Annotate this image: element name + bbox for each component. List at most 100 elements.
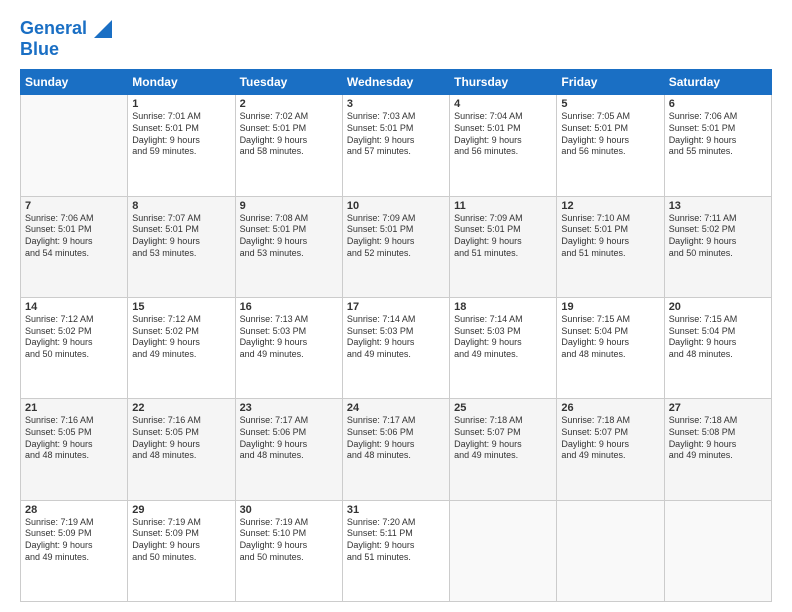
calendar-cell: 7Sunrise: 7:06 AM Sunset: 5:01 PM Daylig… [21, 196, 128, 297]
calendar-cell: 5Sunrise: 7:05 AM Sunset: 5:01 PM Daylig… [557, 95, 664, 196]
day-number: 15 [132, 301, 230, 313]
day-number: 10 [347, 200, 445, 212]
day-number: 3 [347, 98, 445, 110]
day-info: Sunrise: 7:19 AM Sunset: 5:09 PM Dayligh… [132, 517, 230, 564]
day-number: 29 [132, 504, 230, 516]
day-info: Sunrise: 7:18 AM Sunset: 5:07 PM Dayligh… [561, 415, 659, 462]
calendar-week-2: 7Sunrise: 7:06 AM Sunset: 5:01 PM Daylig… [21, 196, 772, 297]
day-info: Sunrise: 7:16 AM Sunset: 5:05 PM Dayligh… [25, 415, 123, 462]
day-number: 31 [347, 504, 445, 516]
calendar-cell: 20Sunrise: 7:15 AM Sunset: 5:04 PM Dayli… [664, 298, 771, 399]
calendar-cell: 25Sunrise: 7:18 AM Sunset: 5:07 PM Dayli… [450, 399, 557, 500]
weekday-header-tuesday: Tuesday [235, 70, 342, 95]
day-info: Sunrise: 7:17 AM Sunset: 5:06 PM Dayligh… [240, 415, 338, 462]
day-number: 25 [454, 402, 552, 414]
weekday-header-thursday: Thursday [450, 70, 557, 95]
day-number: 18 [454, 301, 552, 313]
calendar-cell: 11Sunrise: 7:09 AM Sunset: 5:01 PM Dayli… [450, 196, 557, 297]
calendar-cell: 18Sunrise: 7:14 AM Sunset: 5:03 PM Dayli… [450, 298, 557, 399]
weekday-header-friday: Friday [557, 70, 664, 95]
calendar-cell: 15Sunrise: 7:12 AM Sunset: 5:02 PM Dayli… [128, 298, 235, 399]
day-number: 30 [240, 504, 338, 516]
day-info: Sunrise: 7:18 AM Sunset: 5:08 PM Dayligh… [669, 415, 767, 462]
day-info: Sunrise: 7:16 AM Sunset: 5:05 PM Dayligh… [132, 415, 230, 462]
day-number: 12 [561, 200, 659, 212]
day-info: Sunrise: 7:20 AM Sunset: 5:11 PM Dayligh… [347, 517, 445, 564]
calendar-header-row: SundayMondayTuesdayWednesdayThursdayFrid… [21, 70, 772, 95]
calendar-cell: 17Sunrise: 7:14 AM Sunset: 5:03 PM Dayli… [342, 298, 449, 399]
weekday-header-sunday: Sunday [21, 70, 128, 95]
logo-general: General [20, 18, 87, 38]
calendar-cell: 27Sunrise: 7:18 AM Sunset: 5:08 PM Dayli… [664, 399, 771, 500]
day-number: 22 [132, 402, 230, 414]
calendar-cell: 6Sunrise: 7:06 AM Sunset: 5:01 PM Daylig… [664, 95, 771, 196]
day-number: 27 [669, 402, 767, 414]
day-number: 6 [669, 98, 767, 110]
day-info: Sunrise: 7:04 AM Sunset: 5:01 PM Dayligh… [454, 111, 552, 158]
day-number: 14 [25, 301, 123, 313]
calendar-cell: 8Sunrise: 7:07 AM Sunset: 5:01 PM Daylig… [128, 196, 235, 297]
day-info: Sunrise: 7:13 AM Sunset: 5:03 PM Dayligh… [240, 314, 338, 361]
calendar-cell [557, 500, 664, 601]
day-number: 11 [454, 200, 552, 212]
calendar-cell: 22Sunrise: 7:16 AM Sunset: 5:05 PM Dayli… [128, 399, 235, 500]
logo-icon [94, 20, 112, 38]
day-number: 26 [561, 402, 659, 414]
calendar-cell: 2Sunrise: 7:02 AM Sunset: 5:01 PM Daylig… [235, 95, 342, 196]
calendar-cell [664, 500, 771, 601]
day-number: 19 [561, 301, 659, 313]
page: General Blue SundayMondayTuesdayWednesda… [0, 0, 792, 612]
day-info: Sunrise: 7:15 AM Sunset: 5:04 PM Dayligh… [669, 314, 767, 361]
calendar-cell: 13Sunrise: 7:11 AM Sunset: 5:02 PM Dayli… [664, 196, 771, 297]
day-info: Sunrise: 7:14 AM Sunset: 5:03 PM Dayligh… [454, 314, 552, 361]
day-info: Sunrise: 7:19 AM Sunset: 5:09 PM Dayligh… [25, 517, 123, 564]
calendar-table: SundayMondayTuesdayWednesdayThursdayFrid… [20, 69, 772, 602]
day-number: 4 [454, 98, 552, 110]
day-info: Sunrise: 7:03 AM Sunset: 5:01 PM Dayligh… [347, 111, 445, 158]
day-number: 17 [347, 301, 445, 313]
day-info: Sunrise: 7:06 AM Sunset: 5:01 PM Dayligh… [669, 111, 767, 158]
logo-blue: Blue [20, 39, 112, 60]
day-number: 20 [669, 301, 767, 313]
weekday-header-saturday: Saturday [664, 70, 771, 95]
calendar-cell: 26Sunrise: 7:18 AM Sunset: 5:07 PM Dayli… [557, 399, 664, 500]
day-number: 2 [240, 98, 338, 110]
calendar-cell: 28Sunrise: 7:19 AM Sunset: 5:09 PM Dayli… [21, 500, 128, 601]
weekday-header-monday: Monday [128, 70, 235, 95]
calendar-cell: 23Sunrise: 7:17 AM Sunset: 5:06 PM Dayli… [235, 399, 342, 500]
day-info: Sunrise: 7:05 AM Sunset: 5:01 PM Dayligh… [561, 111, 659, 158]
day-info: Sunrise: 7:11 AM Sunset: 5:02 PM Dayligh… [669, 213, 767, 260]
calendar-cell: 31Sunrise: 7:20 AM Sunset: 5:11 PM Dayli… [342, 500, 449, 601]
calendar-week-1: 1Sunrise: 7:01 AM Sunset: 5:01 PM Daylig… [21, 95, 772, 196]
day-info: Sunrise: 7:15 AM Sunset: 5:04 PM Dayligh… [561, 314, 659, 361]
day-info: Sunrise: 7:17 AM Sunset: 5:06 PM Dayligh… [347, 415, 445, 462]
calendar-cell: 9Sunrise: 7:08 AM Sunset: 5:01 PM Daylig… [235, 196, 342, 297]
day-info: Sunrise: 7:06 AM Sunset: 5:01 PM Dayligh… [25, 213, 123, 260]
day-info: Sunrise: 7:02 AM Sunset: 5:01 PM Dayligh… [240, 111, 338, 158]
calendar-cell: 12Sunrise: 7:10 AM Sunset: 5:01 PM Dayli… [557, 196, 664, 297]
calendar-week-4: 21Sunrise: 7:16 AM Sunset: 5:05 PM Dayli… [21, 399, 772, 500]
day-number: 21 [25, 402, 123, 414]
day-number: 13 [669, 200, 767, 212]
day-number: 9 [240, 200, 338, 212]
calendar-cell [21, 95, 128, 196]
calendar-cell: 14Sunrise: 7:12 AM Sunset: 5:02 PM Dayli… [21, 298, 128, 399]
calendar-cell: 3Sunrise: 7:03 AM Sunset: 5:01 PM Daylig… [342, 95, 449, 196]
day-info: Sunrise: 7:12 AM Sunset: 5:02 PM Dayligh… [132, 314, 230, 361]
day-number: 8 [132, 200, 230, 212]
calendar-cell: 24Sunrise: 7:17 AM Sunset: 5:06 PM Dayli… [342, 399, 449, 500]
day-info: Sunrise: 7:09 AM Sunset: 5:01 PM Dayligh… [454, 213, 552, 260]
day-info: Sunrise: 7:18 AM Sunset: 5:07 PM Dayligh… [454, 415, 552, 462]
day-number: 23 [240, 402, 338, 414]
day-info: Sunrise: 7:10 AM Sunset: 5:01 PM Dayligh… [561, 213, 659, 260]
calendar-week-3: 14Sunrise: 7:12 AM Sunset: 5:02 PM Dayli… [21, 298, 772, 399]
header: General Blue [20, 18, 772, 59]
calendar-cell: 21Sunrise: 7:16 AM Sunset: 5:05 PM Dayli… [21, 399, 128, 500]
day-number: 1 [132, 98, 230, 110]
day-info: Sunrise: 7:19 AM Sunset: 5:10 PM Dayligh… [240, 517, 338, 564]
logo: General Blue [20, 18, 112, 59]
day-info: Sunrise: 7:12 AM Sunset: 5:02 PM Dayligh… [25, 314, 123, 361]
calendar-cell [450, 500, 557, 601]
calendar-cell: 1Sunrise: 7:01 AM Sunset: 5:01 PM Daylig… [128, 95, 235, 196]
day-info: Sunrise: 7:14 AM Sunset: 5:03 PM Dayligh… [347, 314, 445, 361]
